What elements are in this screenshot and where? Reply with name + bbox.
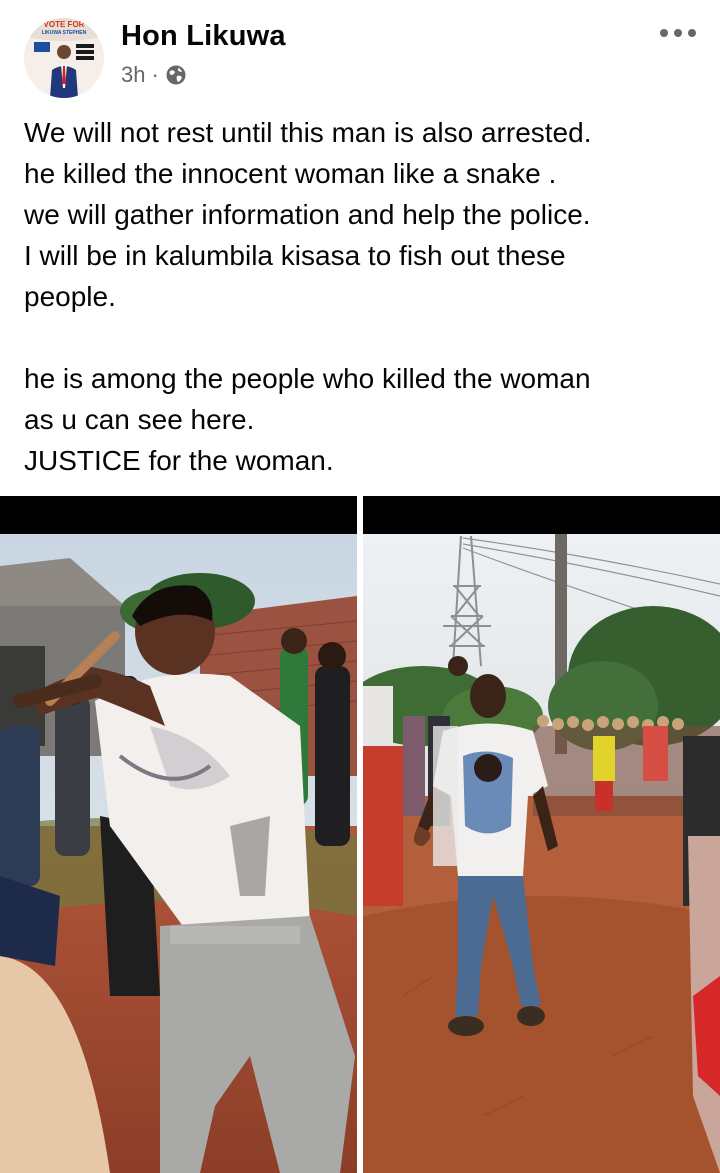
post-text: We will not rest until this man is also … [24, 112, 704, 481]
post-text-line: we will gather information and help the … [24, 199, 591, 230]
meta-separator: · [151, 62, 159, 87]
post-photo-left[interactable] [0, 496, 357, 1173]
post-photo-right[interactable] [363, 496, 720, 1173]
post-meta: 3h · [121, 62, 187, 88]
post-text-line: We will not rest until this man is also … [24, 117, 592, 148]
post-text-line: he killed the innocent woman like a snak… [24, 158, 557, 189]
post-photos [0, 496, 720, 1173]
post-text-line: people. [24, 281, 116, 312]
author-name[interactable]: Hon Likuwa [121, 20, 286, 53]
globe-icon [165, 64, 187, 86]
post-header: VOTE FOR LIKUWA STEPHEN Hon Likuwa 3h · [0, 0, 720, 110]
author-avatar[interactable]: VOTE FOR LIKUWA STEPHEN [24, 18, 104, 98]
photo-right-image [363, 496, 720, 1173]
avatar-image: VOTE FOR LIKUWA STEPHEN [24, 18, 104, 98]
more-options-icon[interactable] [656, 18, 700, 48]
photo-left-image [0, 496, 357, 1173]
avatar-vote-text: VOTE FOR [44, 20, 85, 29]
post-text-line: JUSTICE for the woman. [24, 445, 334, 476]
avatar-name-text: LIKUWA STEPHEN [42, 30, 87, 36]
post-text-line: I will be in kalumbila kisasa to fish ou… [24, 240, 566, 271]
post-text-line: as u can see here. [24, 404, 255, 435]
facebook-post: VOTE FOR LIKUWA STEPHEN Hon Likuwa 3h · [0, 0, 720, 1173]
post-time[interactable]: 3h [121, 62, 145, 88]
post-text-line: he is among the people who killed the wo… [24, 363, 591, 394]
